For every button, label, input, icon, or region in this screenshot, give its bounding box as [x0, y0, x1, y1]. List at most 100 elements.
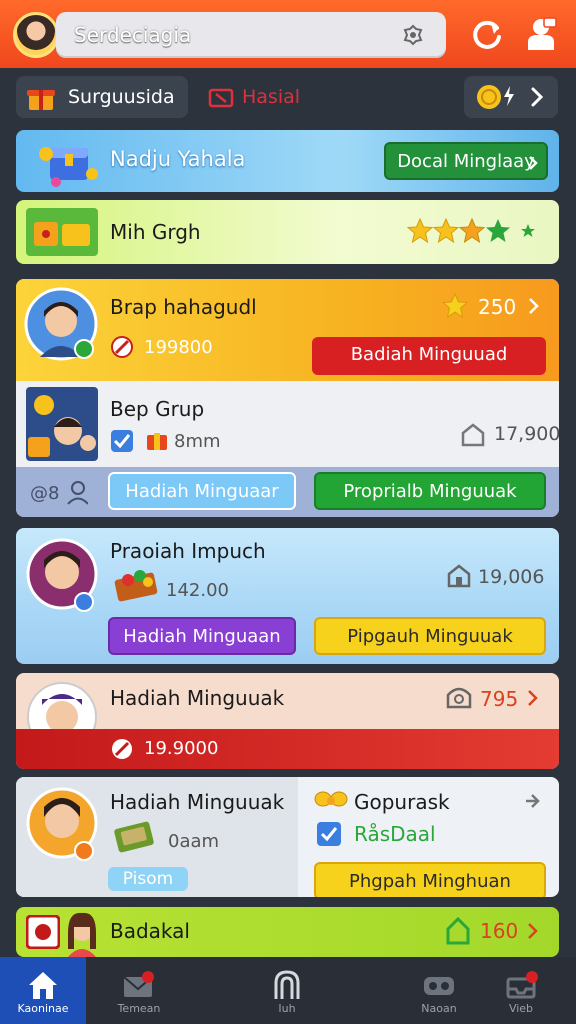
tab-bar: Surguusida Hasial — [0, 68, 576, 124]
split-right-title: Gopurask — [354, 790, 450, 814]
weekly-button[interactable]: Badiah Minguuad — [312, 337, 546, 375]
badge-icon — [26, 915, 60, 949]
chevron-right-icon — [531, 87, 544, 107]
reward-band-value: 19.9000 — [144, 738, 219, 759]
nav-mail[interactable]: Temean — [84, 957, 194, 1024]
treasure-chest-icon — [39, 147, 98, 187]
svg-text:@8: @8 — [30, 483, 59, 504]
banner-card[interactable]: Nadju Yahala Docal Minglaay — [16, 130, 559, 192]
sub-count: 17,900 — [494, 423, 559, 445]
mail-icon — [123, 971, 154, 997]
fruit-box-icon — [114, 570, 158, 602]
avatar[interactable] — [13, 12, 59, 58]
tab-label: Surguusida — [68, 86, 175, 108]
invite-title: Praoiah Impuch — [110, 539, 266, 563]
gamepad-icon — [424, 977, 454, 995]
tray-icon — [506, 971, 538, 999]
reward-title: Hadiah Minguuak — [110, 686, 285, 710]
weekly-sub-row[interactable]: Bep Grup 8mm 17,900 — [16, 381, 559, 467]
money-icon — [114, 821, 154, 853]
avatar — [26, 787, 98, 861]
reward-card[interactable]: Hadiah Minguuak 795 19.9000 — [16, 673, 559, 769]
weekly-right-button[interactable]: Proprialb Minguuak — [314, 472, 546, 510]
split-left-title: Hadiah Minguuak — [110, 790, 285, 814]
banner-button[interactable]: Docal Minglaay — [384, 142, 548, 180]
reward-band: 19.9000 — [16, 729, 559, 769]
check-icon — [317, 822, 341, 846]
split-left-tag[interactable]: Pisom — [108, 867, 188, 891]
group-avatar — [26, 387, 98, 461]
gift-box-icon — [446, 687, 472, 709]
nav-label: Vieb — [508, 1002, 534, 1015]
sub-meta: 8mm — [174, 431, 221, 452]
avatar — [68, 912, 96, 957]
star-icon — [442, 293, 468, 319]
invite-count: 19,006 — [478, 566, 545, 588]
tab-hasial[interactable]: Hasial — [198, 76, 338, 118]
split-right-button[interactable]: Phgpah Minghuan — [314, 862, 546, 897]
nav-label: Iuh — [278, 1002, 296, 1015]
sub-title: Bep Grup — [110, 397, 205, 421]
avatar — [24, 287, 98, 361]
bolt-icon — [504, 86, 514, 106]
chest-icon — [26, 208, 98, 256]
invite-left-button[interactable]: Hadiah Minguaan — [108, 617, 296, 655]
house-icon — [447, 564, 471, 588]
home-icon — [29, 972, 57, 999]
invite-value: 142.00 — [166, 580, 229, 601]
last-title: Badakal — [110, 919, 190, 943]
refresh-icon[interactable] — [470, 18, 504, 52]
candy-icon — [112, 739, 132, 759]
group-title: Mih Grgh — [110, 220, 201, 244]
top-bar: Serdeciagia — [0, 0, 576, 68]
weekly-left-button[interactable]: Hadiah Minguaar — [108, 472, 296, 510]
house-icon — [446, 917, 470, 945]
nav-home[interactable]: Kaoninae — [0, 957, 86, 1024]
nav-label: Kaoninae — [17, 1002, 69, 1015]
reward-points: 795 — [480, 687, 519, 711]
nav-tray[interactable]: Vieb — [466, 957, 576, 1024]
split-card: Hadiah Minguuak 0aam Pisom Gopurask RåsD… — [16, 777, 559, 897]
banner-title: Nadju Yahala — [110, 147, 246, 171]
search-text: Serdeciagia — [74, 23, 192, 47]
star-rating — [406, 217, 546, 244]
magnet-icon — [274, 970, 300, 999]
weekly-header[interactable]: Brap hahagudl 199800 250 Badiah Minguuad — [16, 279, 559, 381]
coin-icon — [477, 85, 501, 109]
user-icon[interactable] — [524, 16, 558, 52]
candy-icon — [111, 336, 133, 358]
tab-surguusida[interactable]: Surguusida — [16, 76, 188, 118]
nav-magnet[interactable]: Iuh — [232, 957, 342, 1024]
avatar — [26, 538, 98, 612]
nav-label: Temean — [117, 1002, 161, 1015]
tab-coins[interactable] — [464, 76, 558, 118]
check-icon — [111, 430, 133, 452]
weekly-title: Brap hahagudl — [110, 295, 257, 319]
weekly-value: 199800 — [144, 337, 213, 358]
last-points: 160 — [480, 919, 519, 943]
chevron-right-icon — [528, 923, 538, 939]
arrow-right-icon[interactable] — [522, 791, 542, 811]
search-icon[interactable] — [400, 22, 426, 48]
last-card[interactable]: Badakal 160 — [16, 907, 559, 957]
trophy-icon — [461, 423, 485, 447]
chevron-right-icon — [528, 690, 538, 706]
search-input[interactable]: Serdeciagia — [56, 12, 446, 58]
tab-label: Hasial — [242, 86, 301, 108]
bow-icon — [314, 791, 348, 807]
weekly-card: Brap hahagudl 199800 250 Badiah Minguuad… — [16, 279, 559, 517]
split-left-meta: 0aam — [168, 831, 220, 852]
friends-icon: @8 — [30, 481, 88, 505]
chevron-right-icon — [529, 156, 538, 170]
group-card[interactable]: Mih Grgh — [16, 200, 559, 264]
invite-right-button[interactable]: Pipgauh Minguuak — [314, 617, 546, 655]
chevron-right-icon — [529, 298, 539, 314]
chest-icon — [147, 433, 167, 450]
invite-card[interactable]: Praoiah Impuch 142.00 19,006 Hadiah Ming… — [16, 528, 559, 664]
weekly-actions: @8 Hadiah Minguaar Proprialb Minguuak — [16, 467, 559, 517]
split-left[interactable]: Hadiah Minguuak 0aam Pisom — [16, 777, 298, 897]
ticket-icon — [208, 88, 234, 108]
banner-button-label: Docal Minglaay — [397, 151, 535, 172]
weekly-points: 250 — [478, 295, 517, 319]
bottom-nav: Kaoninae Temean Iuh Naoan Vieb — [0, 957, 576, 1024]
